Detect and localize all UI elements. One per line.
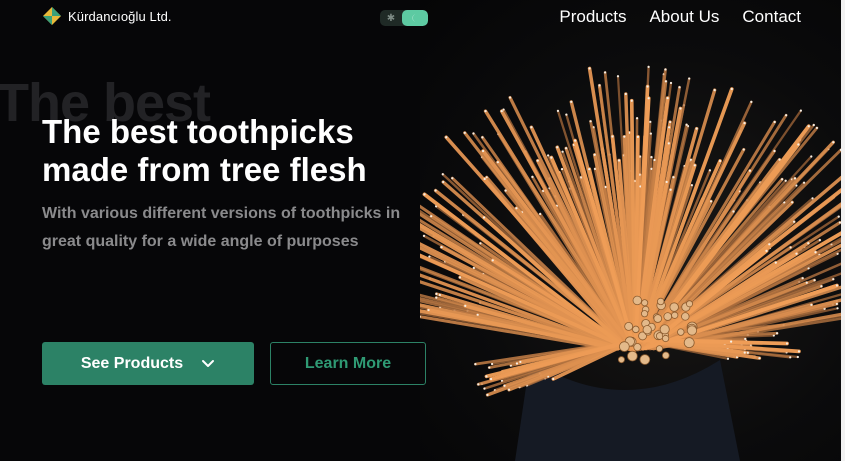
chevron-down-icon: [202, 359, 215, 367]
main-nav: Products About Us Contact: [559, 7, 801, 27]
see-products-button[interactable]: See Products: [42, 342, 254, 385]
brand-logo[interactable]: Kürdancıoğlu Ltd.: [42, 6, 172, 26]
see-products-label: See Products: [80, 354, 184, 372]
nav-link-contact[interactable]: Contact: [742, 7, 801, 27]
hero-headline: The best toothpicks made from tree flesh: [42, 113, 367, 188]
learn-more-button[interactable]: Learn More: [270, 342, 426, 385]
theme-toggle[interactable]: ✱: [380, 10, 428, 26]
landing-page: Kürdancıoğlu Ltd. ✱ Products About Us Co…: [0, 0, 845, 461]
nav-link-products[interactable]: Products: [559, 7, 626, 27]
diamond-logo-icon: [43, 7, 61, 25]
hero-subheadline: With various different versions of tooth…: [42, 205, 401, 250]
toothpick-bundle-image: [420, 65, 845, 461]
brand-name: Kürdancıoğlu Ltd.: [68, 8, 172, 24]
nav-link-about-us[interactable]: About Us: [649, 7, 719, 27]
learn-more-label: Learn More: [304, 354, 392, 372]
hero-image: [420, 0, 845, 461]
moon-icon[interactable]: [402, 10, 428, 26]
scrollbar[interactable]: [841, 0, 845, 461]
sun-icon[interactable]: ✱: [380, 10, 402, 26]
